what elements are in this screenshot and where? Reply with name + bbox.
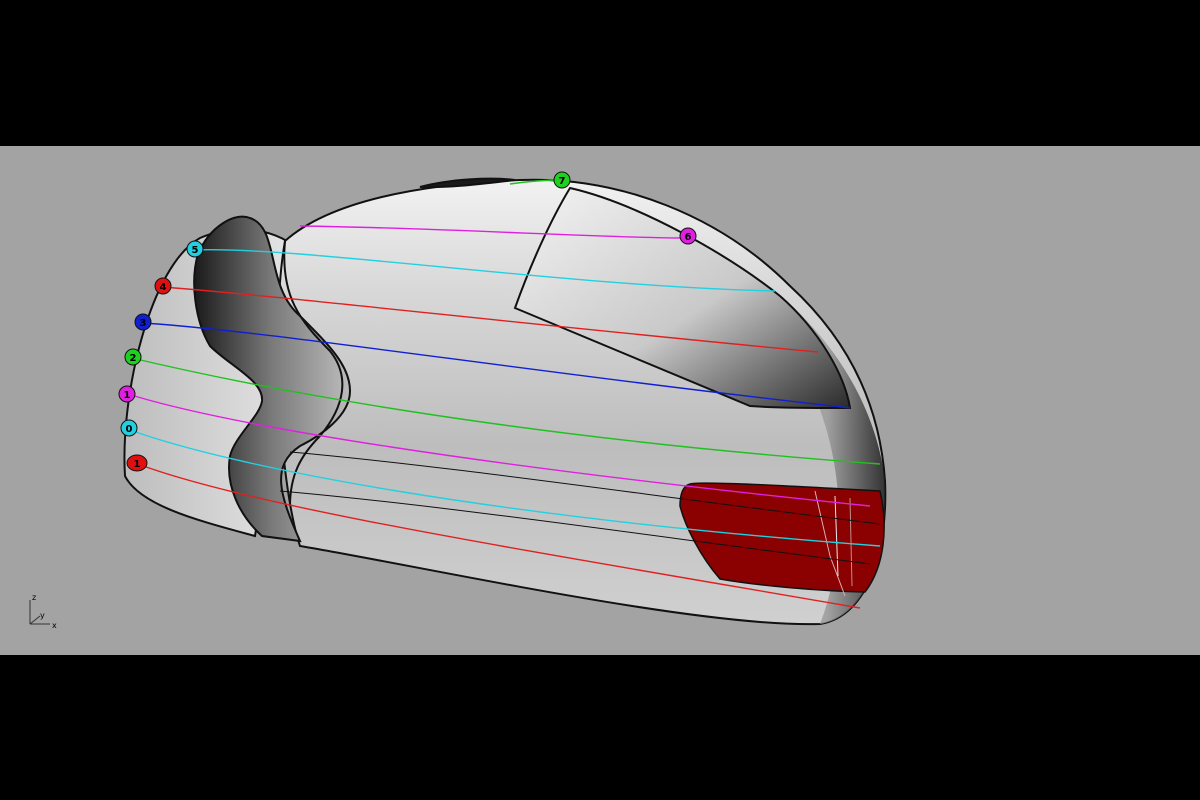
perspective-scene[interactable]: 1 0 1 2 3 4 5 6 7 z y x: [0, 146, 1200, 655]
svg-text:5: 5: [192, 245, 199, 256]
svg-text:1: 1: [124, 390, 131, 401]
section-marker-7[interactable]: 7: [553, 171, 571, 189]
svg-text:2: 2: [130, 353, 137, 364]
letterbox-bottom: [0, 655, 1200, 800]
3d-viewport[interactable]: 1 0 1 2 3 4 5 6 7 z y x: [0, 146, 1200, 655]
section-marker-0[interactable]: 0: [120, 419, 138, 437]
section-marker-4[interactable]: 4: [154, 277, 172, 295]
svg-text:7: 7: [559, 176, 566, 187]
svg-text:0: 0: [126, 424, 133, 435]
letterbox-top: [0, 0, 1200, 146]
axis-y-label: y: [40, 611, 45, 620]
axes-widget: z y x: [29, 593, 57, 630]
section-marker-3[interactable]: 3: [134, 313, 152, 331]
section-marker-5[interactable]: 5: [186, 240, 204, 258]
section-marker-1-red[interactable]: 1: [126, 454, 148, 472]
axis-x-label: x: [52, 621, 57, 630]
svg-text:6: 6: [685, 232, 692, 243]
section-marker-2[interactable]: 2: [124, 348, 142, 366]
svg-text:1: 1: [134, 459, 141, 470]
axis-y-line: [29, 615, 41, 625]
section-marker-6[interactable]: 6: [679, 227, 697, 245]
axis-z-label: z: [32, 593, 36, 602]
section-marker-1[interactable]: 1: [118, 385, 136, 403]
svg-text:4: 4: [160, 282, 167, 293]
svg-text:3: 3: [140, 318, 147, 329]
